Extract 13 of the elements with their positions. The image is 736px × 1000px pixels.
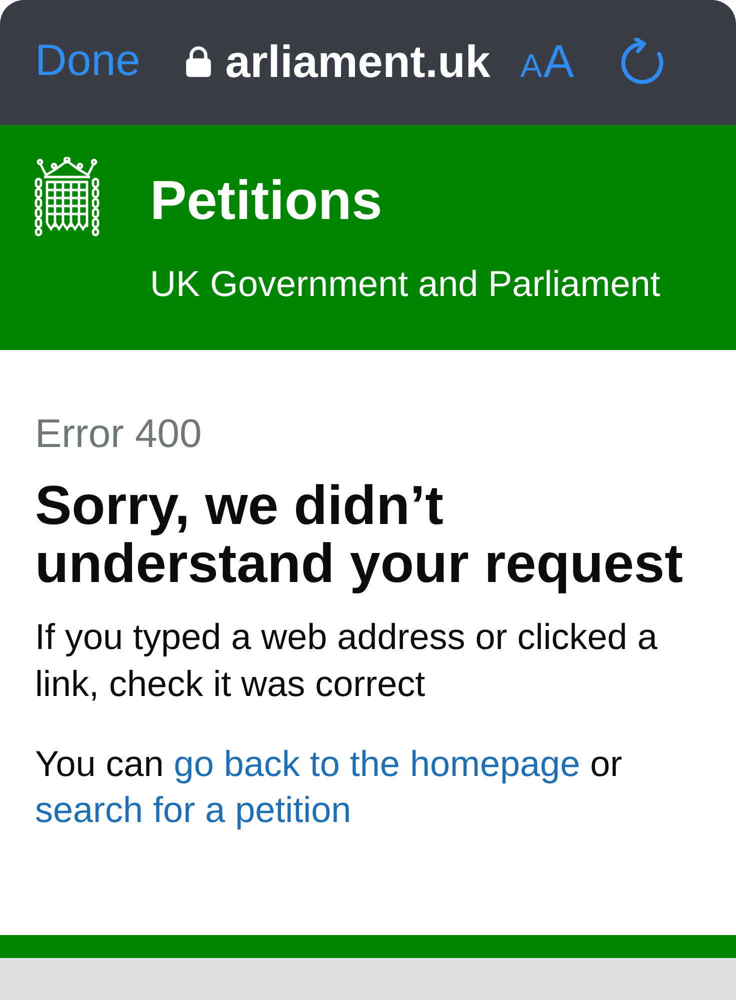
site-title-link[interactable]: Petitions <box>150 160 382 240</box>
text-link[interactable]: go back to the homepage <box>174 743 580 784</box>
help-text: You can go back to the homepage or search for a petition <box>35 742 624 832</box>
text-link[interactable]: search for a petition <box>35 789 352 830</box>
url-text[interactable]: arliament.uk <box>225 38 490 84</box>
error-code: Error 400 <box>35 411 202 457</box>
reload-icon[interactable] <box>619 38 665 84</box>
site-subtitle: UK Government and Parliament <box>150 264 660 304</box>
portcullis-icon[interactable] <box>34 157 100 237</box>
text-size-button[interactable]: AA <box>520 38 575 84</box>
error-heading: Sorry, we didn’t understand your request <box>35 476 684 592</box>
done-button[interactable]: Done <box>35 39 140 83</box>
error-message: If you typed a web address or clicked a link, check it was correct <box>35 615 658 706</box>
